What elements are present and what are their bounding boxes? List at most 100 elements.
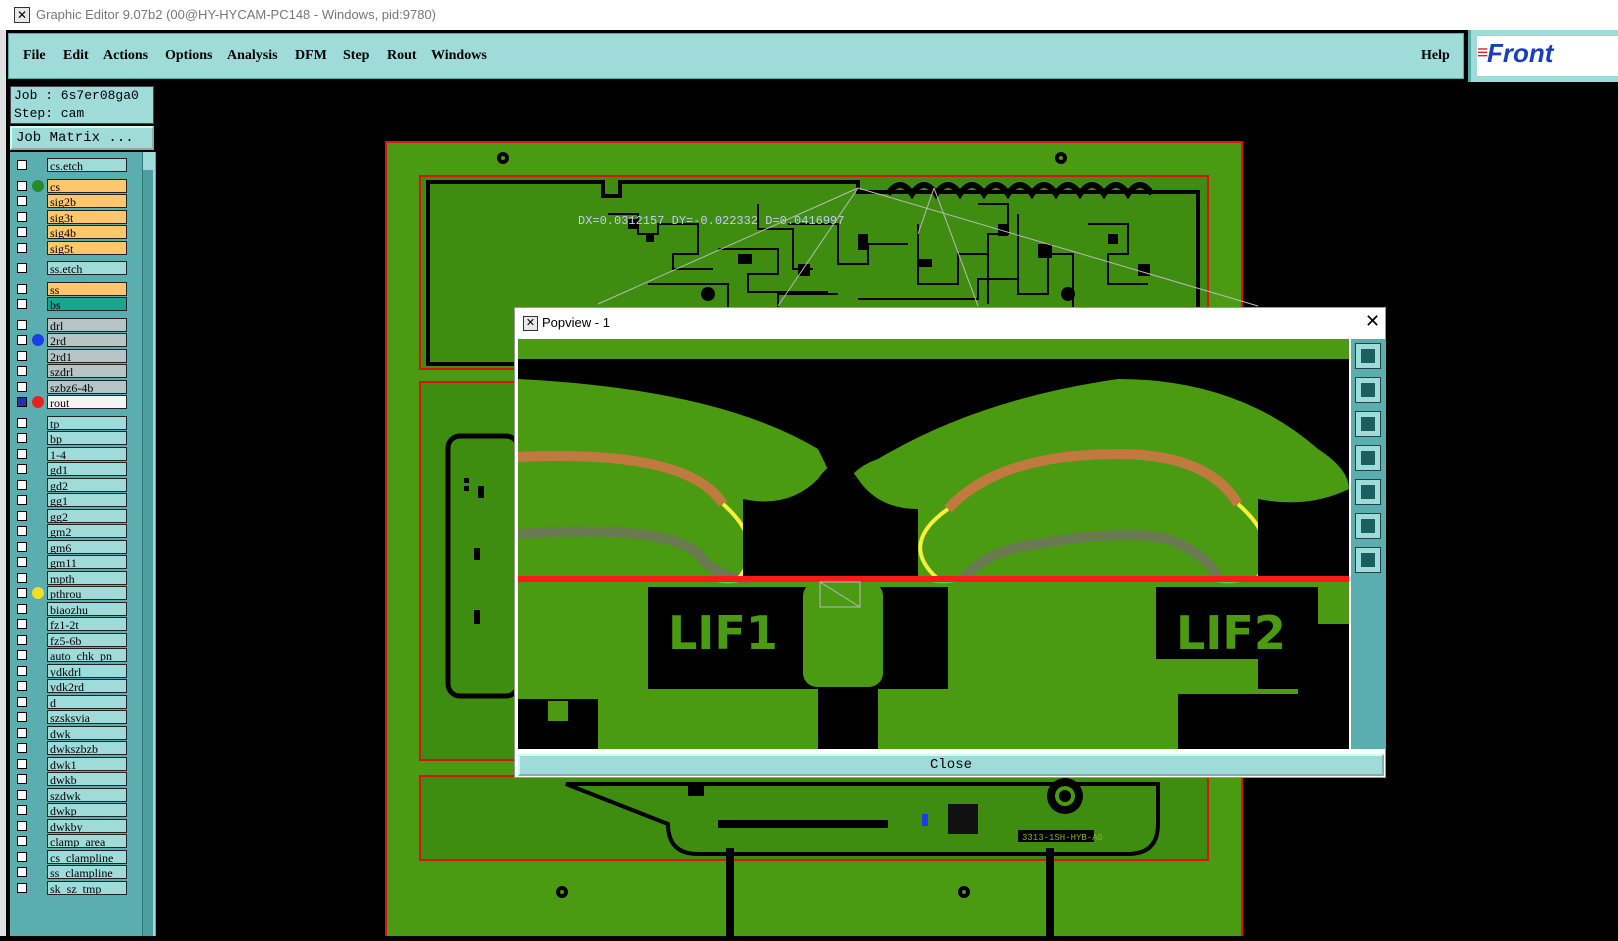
layer-row[interactable]: drl bbox=[12, 317, 136, 332]
menu-file[interactable]: File bbox=[23, 48, 46, 64]
layer-checkbox[interactable] bbox=[17, 634, 27, 645]
layer-name[interactable]: cs.etch bbox=[47, 158, 127, 172]
layer-name[interactable]: gg1 bbox=[47, 493, 127, 507]
menu-actions[interactable]: Actions bbox=[103, 48, 148, 64]
layer-row[interactable]: cs.etch bbox=[12, 158, 136, 172]
layer-checkbox[interactable] bbox=[17, 160, 27, 170]
layer-row[interactable]: tp bbox=[12, 415, 136, 430]
layer-name[interactable]: mpth bbox=[47, 570, 127, 585]
layer-name[interactable]: dwkp bbox=[47, 803, 127, 817]
layer-checkbox[interactable] bbox=[17, 464, 27, 474]
layer-row[interactable]: ydk2rd bbox=[12, 679, 136, 693]
layer-row[interactable]: dwk bbox=[12, 725, 136, 740]
menu-analysis[interactable]: Analysis bbox=[227, 48, 278, 64]
layer-checkbox[interactable] bbox=[17, 541, 27, 552]
layer-name[interactable]: biaozhu bbox=[47, 601, 127, 616]
layer-name[interactable]: gm11 bbox=[47, 555, 127, 569]
layer-name[interactable]: szsksvia bbox=[47, 710, 127, 724]
layer-row[interactable]: 1-4 bbox=[12, 446, 136, 461]
layer-row[interactable]: gm6 bbox=[12, 539, 136, 554]
layer-row[interactable]: gd2 bbox=[12, 477, 136, 492]
menu-edit[interactable]: Edit bbox=[63, 48, 89, 64]
layer-row[interactable]: dwkszbzb bbox=[12, 741, 136, 755]
layer-checkbox[interactable] bbox=[17, 758, 27, 769]
layer-row[interactable]: szsksvia bbox=[12, 710, 136, 724]
layer-name[interactable]: ss bbox=[47, 281, 127, 296]
layer-row[interactable]: dwkb bbox=[12, 772, 136, 786]
layer-name[interactable]: sig2b bbox=[47, 194, 127, 208]
layer-row[interactable]: cs bbox=[12, 178, 136, 193]
layer-name[interactable]: sig4b bbox=[47, 225, 127, 239]
layer-checkbox[interactable] bbox=[17, 211, 27, 222]
layer-checkbox[interactable] bbox=[17, 350, 27, 361]
layer-checkbox[interactable] bbox=[17, 696, 27, 707]
layer-name[interactable]: drl bbox=[47, 317, 127, 332]
layer-checkbox[interactable] bbox=[17, 433, 27, 443]
layer-name[interactable]: clamp_area bbox=[47, 834, 127, 848]
layer-row[interactable]: gm2 bbox=[12, 524, 136, 538]
layer-name[interactable]: cs_clampline bbox=[47, 849, 127, 864]
layer-name[interactable]: tp bbox=[47, 415, 127, 430]
layer-checkbox[interactable] bbox=[17, 417, 27, 428]
layer-row[interactable]: fz1-2t bbox=[12, 617, 136, 631]
job-matrix-button[interactable]: Job Matrix ... bbox=[10, 126, 154, 150]
layer-row[interactable]: cs_clampline bbox=[12, 849, 136, 864]
layer-name[interactable]: gg2 bbox=[47, 508, 127, 523]
layer-row[interactable]: ss_clampline bbox=[12, 865, 136, 879]
layer-checkbox[interactable] bbox=[17, 448, 27, 459]
menu-windows[interactable]: Windows bbox=[431, 48, 487, 64]
layer-checkbox[interactable] bbox=[17, 526, 27, 536]
layer-name[interactable]: dwkb bbox=[47, 772, 127, 786]
layer-row[interactable]: 2rd bbox=[12, 333, 136, 347]
layer-row[interactable]: dwkp bbox=[12, 803, 136, 817]
popview-pan-down-button[interactable] bbox=[1355, 411, 1381, 437]
menu-help[interactable]: Help bbox=[1421, 48, 1450, 64]
layer-row[interactable]: dwk1 bbox=[12, 756, 136, 771]
layer-checkbox[interactable] bbox=[17, 366, 27, 376]
layer-name[interactable]: 2rd bbox=[47, 333, 127, 347]
layer-checkbox[interactable] bbox=[17, 196, 27, 206]
layer-checkbox[interactable] bbox=[17, 681, 27, 691]
layer-name[interactable]: gm2 bbox=[47, 524, 127, 538]
layer-checkbox[interactable] bbox=[17, 867, 27, 877]
layer-name[interactable]: pthrou bbox=[47, 586, 127, 600]
layer-checkbox[interactable] bbox=[17, 572, 27, 583]
layer-checkbox[interactable] bbox=[17, 665, 27, 676]
layer-row[interactable]: ss.etch bbox=[12, 261, 136, 275]
layer-name[interactable]: szbz6-4b bbox=[47, 379, 127, 394]
layer-name[interactable]: ydk2rd bbox=[47, 679, 127, 693]
layer-name[interactable]: fz5-6b bbox=[47, 632, 127, 647]
layer-checkbox[interactable] bbox=[17, 851, 27, 862]
layer-name[interactable]: ss_clampline bbox=[47, 865, 127, 879]
layer-name[interactable]: fz1-2t bbox=[47, 617, 127, 631]
layer-row[interactable]: dwkby bbox=[12, 818, 136, 833]
popview-pan-up-button[interactable] bbox=[1355, 377, 1381, 403]
layer-checkbox[interactable] bbox=[17, 789, 27, 800]
layer-name[interactable]: cs bbox=[47, 178, 127, 193]
menu-dfm[interactable]: DFM bbox=[295, 48, 327, 64]
layer-checkbox[interactable] bbox=[17, 603, 27, 614]
layer-row[interactable]: sig5t bbox=[12, 240, 136, 255]
layer-name[interactable]: szdwk bbox=[47, 787, 127, 802]
layer-row[interactable]: szdrl bbox=[12, 364, 136, 378]
layer-row[interactable]: rout bbox=[12, 395, 136, 409]
layer-checkbox[interactable] bbox=[17, 774, 27, 784]
layer-checkbox[interactable] bbox=[17, 283, 27, 294]
layer-checkbox[interactable] bbox=[17, 820, 27, 831]
layer-checkbox[interactable] bbox=[17, 335, 27, 345]
layer-name[interactable]: bp bbox=[47, 431, 127, 445]
layer-name[interactable]: ss.etch bbox=[47, 261, 127, 275]
layer-name[interactable]: 2rd1 bbox=[47, 348, 127, 363]
layer-checkbox[interactable] bbox=[17, 319, 27, 330]
layer-row[interactable]: szdwk bbox=[12, 787, 136, 802]
layer-checkbox[interactable] bbox=[17, 588, 27, 598]
layer-name[interactable]: szdrl bbox=[47, 364, 127, 378]
layer-name[interactable]: rout bbox=[47, 395, 127, 409]
layer-name[interactable]: gm6 bbox=[47, 539, 127, 554]
layer-row[interactable]: gm11 bbox=[12, 555, 136, 569]
popview-zoom-fit-button[interactable] bbox=[1355, 343, 1381, 369]
layer-name[interactable]: bs bbox=[47, 297, 127, 311]
menu-options[interactable]: Options bbox=[165, 48, 212, 64]
layer-checkbox[interactable] bbox=[17, 397, 27, 407]
layer-row[interactable]: sk_sz_tmp bbox=[12, 880, 136, 895]
